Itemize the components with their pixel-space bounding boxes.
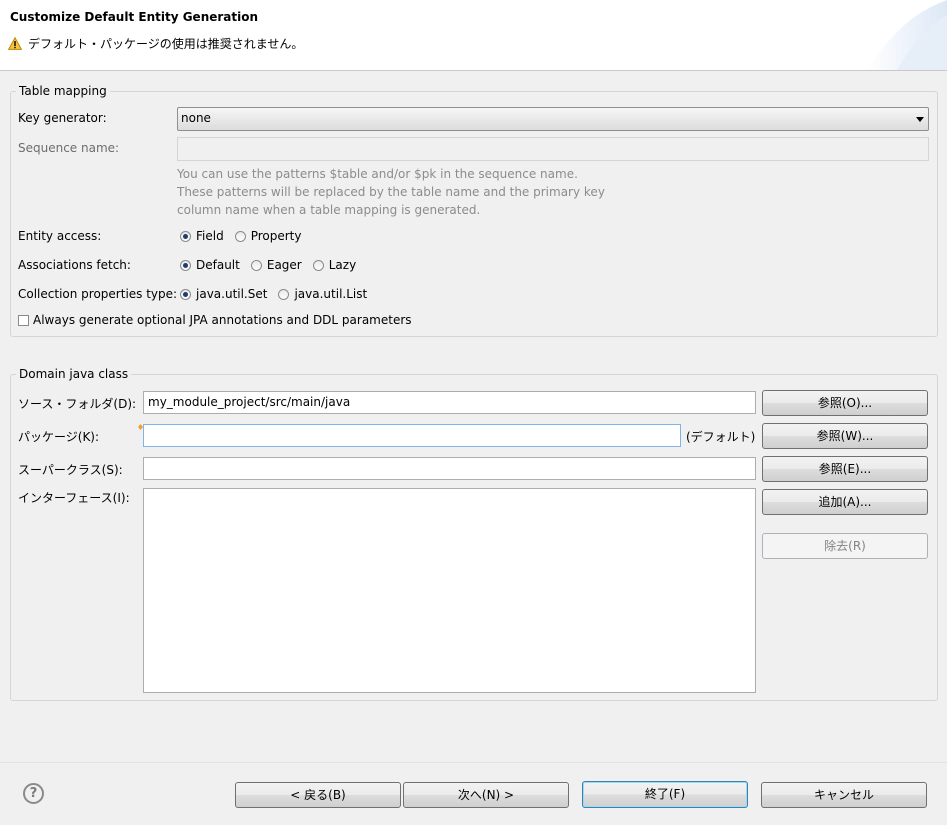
key-generator-select[interactable]: none — [177, 107, 929, 131]
warning-icon — [8, 37, 22, 50]
radio-label: Default — [196, 258, 240, 272]
associations-fetch-radio-group: Default Eager Lazy — [180, 258, 367, 272]
chevron-down-icon — [916, 117, 924, 122]
always-generate-label: Always generate optional JPA annotations… — [33, 313, 412, 327]
entity-access-field-radio[interactable]: Field — [180, 229, 224, 243]
wizard-header: Customize Default Entity Generation デフォル… — [0, 0, 947, 71]
back-button[interactable]: < 戻る(B) — [235, 782, 401, 808]
radio-label: Field — [196, 229, 224, 243]
key-generator-label: Key generator: — [18, 111, 107, 125]
sequence-name-label: Sequence name: — [18, 141, 120, 155]
sequence-hint-line: column name when a table mapping is gene… — [177, 203, 481, 217]
package-default-label: (デフォルト) — [686, 430, 756, 444]
radio-button-icon — [180, 230, 191, 242]
header-message: デフォルト・パッケージの使用は推奨されません。 — [8, 35, 303, 52]
finish-button[interactable]: 終了(F) — [582, 781, 748, 808]
browse-source-folder-button[interactable]: 参照(O)... — [762, 390, 928, 416]
entity-access-property-radio[interactable]: Property — [234, 229, 302, 243]
help-icon[interactable]: ? — [23, 783, 44, 804]
key-generator-value: none — [181, 111, 211, 125]
remove-interface-button[interactable]: 除去(R) — [762, 533, 928, 559]
radio-button-icon — [278, 288, 290, 300]
browse-superclass-button[interactable]: 参照(E)... — [762, 456, 928, 482]
collection-type-radio-group: java.util.Set java.util.List — [180, 287, 378, 301]
radio-button-icon — [180, 259, 191, 271]
header-message-text: デフォルト・パッケージの使用は推奨されません。 — [28, 37, 304, 51]
add-interface-button[interactable]: 追加(A)... — [762, 489, 928, 515]
radio-button-icon — [250, 259, 262, 271]
fetch-eager-radio[interactable]: Eager — [250, 258, 302, 272]
page-title: Customize Default Entity Generation — [10, 10, 259, 24]
collection-set-radio[interactable]: java.util.Set — [180, 287, 267, 301]
radio-label: Eager — [266, 258, 302, 272]
entity-access-label: Entity access: — [18, 229, 102, 243]
checkbox-icon — [18, 314, 29, 326]
interfaces-label: インターフェース(I): — [18, 491, 130, 505]
radio-button-icon — [312, 259, 324, 271]
source-folder-input[interactable]: my_module_project/src/main/java — [143, 391, 756, 414]
source-folder-label: ソース・フォルダ(D): — [18, 397, 137, 411]
radio-button-icon — [180, 288, 191, 300]
sequence-name-input[interactable] — [177, 137, 929, 161]
collection-type-label: Collection properties type: — [18, 287, 178, 301]
radio-label: java.util.List — [294, 287, 368, 301]
superclass-input[interactable] — [143, 457, 756, 480]
radio-label: java.util.Set — [196, 287, 268, 301]
entity-access-radio-group: Field Property — [180, 229, 312, 243]
sequence-hint-line: You can use the patterns $table and/or $… — [177, 167, 578, 181]
browse-package-button[interactable]: 参照(W)... — [762, 423, 928, 449]
package-input[interactable] — [143, 424, 681, 447]
sequence-hint: You can use the patterns $table and/or $… — [177, 165, 605, 219]
footer-divider — [0, 762, 947, 763]
associations-fetch-label: Associations fetch: — [18, 258, 131, 272]
radio-label: Property — [250, 229, 302, 243]
domain-class-label: Domain java class — [16, 367, 132, 381]
fetch-default-radio[interactable]: Default — [180, 258, 240, 272]
radio-button-icon — [234, 230, 246, 242]
collection-list-radio[interactable]: java.util.List — [278, 287, 367, 301]
next-button[interactable]: 次へ(N) > — [403, 782, 569, 808]
sequence-hint-line: These patterns will be replaced by the t… — [177, 185, 605, 199]
cancel-button[interactable]: キャンセル — [761, 782, 927, 808]
fetch-lazy-radio[interactable]: Lazy — [312, 258, 357, 272]
always-generate-checkbox[interactable]: Always generate optional JPA annotations… — [18, 313, 412, 327]
package-label: パッケージ(K): — [18, 430, 100, 444]
interfaces-list[interactable] — [143, 488, 756, 693]
radio-label: Lazy — [328, 258, 357, 272]
table-mapping-label: Table mapping — [16, 84, 110, 98]
banner-graphic — [867, 0, 947, 70]
superclass-label: スーパークラス(S): — [18, 463, 123, 477]
